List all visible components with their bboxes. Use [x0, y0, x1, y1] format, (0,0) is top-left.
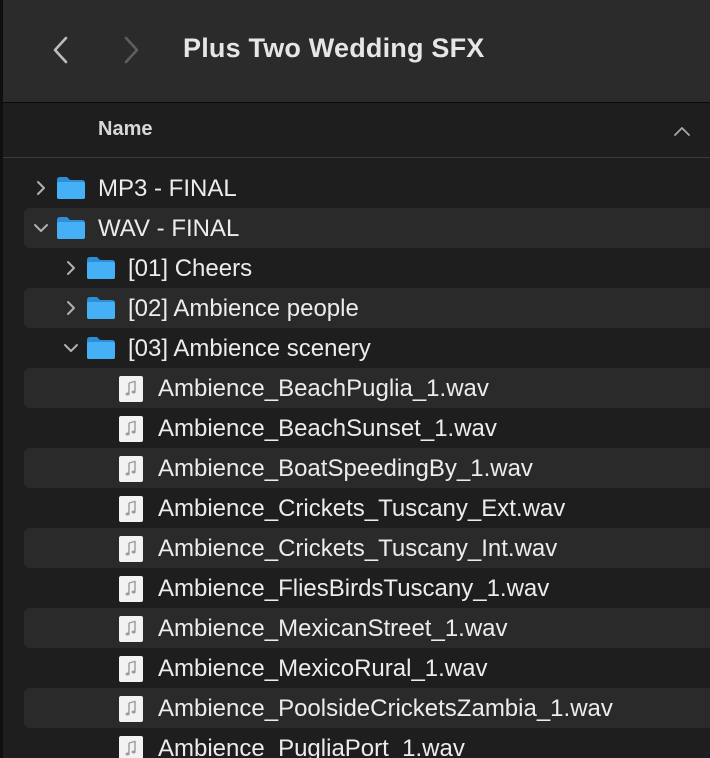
- disclosure-toggle[interactable]: [33, 180, 49, 196]
- list-item[interactable]: Ambience_Crickets_Tuscany_Ext.wav: [3, 488, 710, 528]
- chevron-right-icon: [67, 261, 75, 275]
- item-name: Ambience_PugliaPort_1.wav: [158, 735, 465, 758]
- item-name: [03] Ambience scenery: [128, 335, 371, 362]
- column-header: Name: [3, 103, 710, 158]
- list-item[interactable]: MP3 - FINAL: [3, 168, 710, 208]
- list-item[interactable]: Ambience_BoatSpeedingBy_1.wav: [3, 448, 710, 488]
- chevron-down-icon: [34, 224, 48, 232]
- folder-icon: [57, 177, 85, 199]
- chevron-right-icon: [67, 301, 75, 315]
- chevron-left-icon: [53, 36, 68, 64]
- item-name: MP3 - FINAL: [98, 175, 237, 202]
- item-name: Ambience_BeachPuglia_1.wav: [158, 375, 489, 402]
- list-item[interactable]: Ambience_Crickets_Tuscany_Int.wav: [3, 528, 710, 568]
- audio-file-icon: [119, 576, 143, 602]
- item-name: Ambience_MexicanStreet_1.wav: [158, 615, 508, 642]
- disclosure-toggle[interactable]: [33, 220, 49, 236]
- audio-file-icon: [119, 376, 143, 402]
- audio-file-icon: [119, 536, 143, 562]
- list-item[interactable]: Ambience_MexicoRural_1.wav: [3, 648, 710, 688]
- item-name: Ambience_BeachSunset_1.wav: [158, 415, 497, 442]
- item-name: Ambience_BoatSpeedingBy_1.wav: [158, 455, 533, 482]
- chevron-up-icon: [674, 127, 690, 136]
- audio-file-icon: [119, 496, 143, 522]
- list-item[interactable]: [02] Ambience people: [3, 288, 710, 328]
- item-name: Ambience_PoolsideCricketsZambia_1.wav: [158, 695, 613, 722]
- list-item[interactable]: [01] Cheers: [3, 248, 710, 288]
- list-item[interactable]: Ambience_MexicanStreet_1.wav: [3, 608, 710, 648]
- toolbar: Plus Two Wedding SFX: [3, 0, 710, 103]
- list-item[interactable]: Ambience_BeachSunset_1.wav: [3, 408, 710, 448]
- disclosure-toggle[interactable]: [63, 300, 79, 316]
- chevron-right-icon: [37, 181, 45, 195]
- list-item[interactable]: [03] Ambience scenery: [3, 328, 710, 368]
- list-item[interactable]: Ambience_PoolsideCricketsZambia_1.wav: [3, 688, 710, 728]
- chevron-right-icon: [124, 36, 139, 64]
- list-item[interactable]: Ambience_FliesBirdsTuscany_1.wav: [3, 568, 710, 608]
- item-name: Ambience_Crickets_Tuscany_Ext.wav: [158, 495, 566, 522]
- file-list: MP3 - FINAL WAV - FINAL [01] Cheers [02]…: [3, 168, 710, 758]
- sort-toggle[interactable]: [672, 123, 692, 139]
- back-button[interactable]: [43, 30, 79, 70]
- list-item[interactable]: Ambience_PugliaPort_1.wav: [3, 728, 710, 758]
- forward-button[interactable]: [113, 30, 149, 70]
- item-name: WAV - FINAL: [98, 215, 240, 242]
- folder-icon: [87, 257, 115, 279]
- window-title: Plus Two Wedding SFX: [183, 33, 485, 63]
- item-name: [02] Ambience people: [128, 295, 359, 322]
- audio-file-icon: [119, 736, 143, 758]
- name-column-header[interactable]: Name: [98, 118, 152, 141]
- list-item[interactable]: WAV - FINAL: [3, 208, 710, 248]
- folder-icon: [87, 337, 115, 359]
- item-name: [01] Cheers: [128, 255, 253, 282]
- item-name: Ambience_FliesBirdsTuscany_1.wav: [158, 575, 550, 602]
- audio-file-icon: [119, 656, 143, 682]
- audio-file-icon: [119, 456, 143, 482]
- disclosure-toggle[interactable]: [63, 260, 79, 276]
- finder-window: Plus Two Wedding SFX Name MP3 - FINAL WA…: [0, 0, 710, 758]
- list-item[interactable]: Ambience_BeachPuglia_1.wav: [3, 368, 710, 408]
- item-name: Ambience_MexicoRural_1.wav: [158, 655, 488, 682]
- disclosure-toggle[interactable]: [63, 340, 79, 356]
- audio-file-icon: [119, 616, 143, 642]
- audio-file-icon: [119, 696, 143, 722]
- audio-file-icon: [119, 416, 143, 442]
- item-name: Ambience_Crickets_Tuscany_Int.wav: [158, 535, 558, 562]
- chevron-down-icon: [64, 344, 78, 352]
- folder-icon: [87, 297, 115, 319]
- folder-icon: [57, 217, 85, 239]
